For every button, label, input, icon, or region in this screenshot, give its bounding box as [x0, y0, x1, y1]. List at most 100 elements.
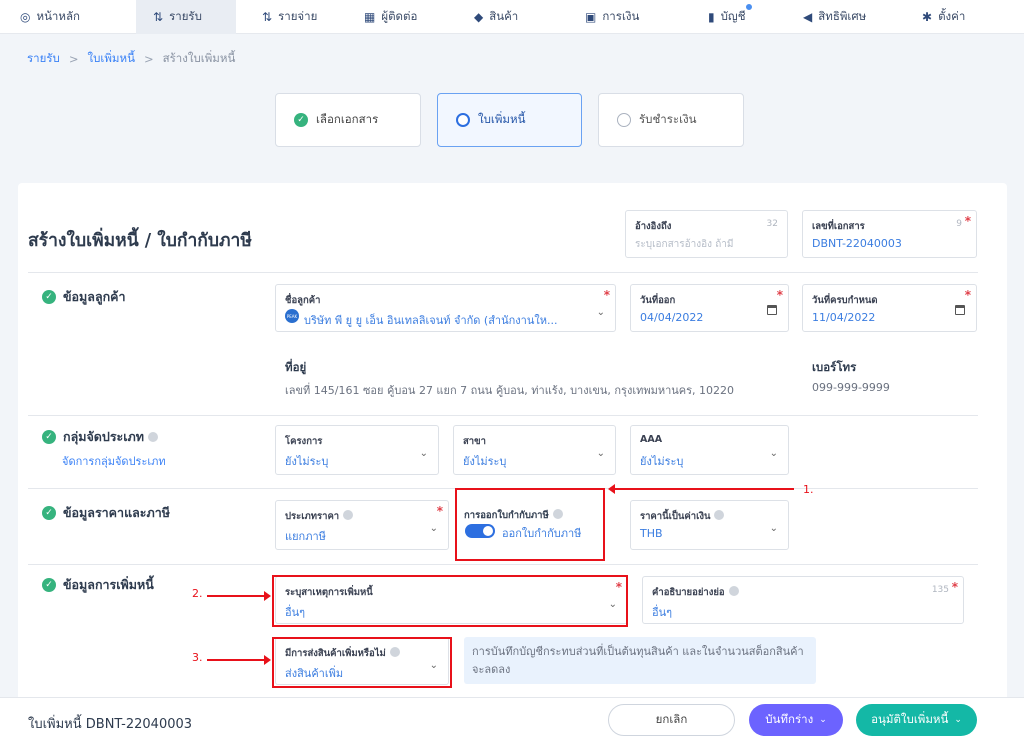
price-type-select[interactable]: ประเภทราคา * แยกภาษี ⌄ — [275, 500, 449, 550]
document-number-field[interactable]: เลขที่เอกสาร 9 * DBNT-22040003 — [802, 210, 977, 258]
customer-select[interactable]: ชื่อลูกค้า * PEAK บริษัท พี ยู ยู เอ็น อ… — [275, 284, 616, 332]
address-label: ที่อยู่ — [285, 360, 307, 374]
money-icon: ▣ — [585, 10, 597, 24]
help-icon[interactable] — [728, 586, 739, 596]
aaa-value: ยังไม่ระบุ — [640, 455, 684, 468]
notification-badge — [743, 2, 754, 12]
section-title: กลุ่มจัดประเภท — [63, 429, 145, 444]
help-icon[interactable] — [343, 510, 354, 520]
save-draft-button[interactable]: บันทึกร่าง ⌄ — [749, 704, 843, 736]
reference-placeholder: ระบุเอกสารอ้างอิง ถ้ามี — [635, 239, 734, 250]
char-counter: 135 — [931, 585, 949, 595]
nav-home[interactable]: ◎ หน้าหลัก — [20, 0, 80, 34]
top-nav: ◎ หน้าหลัก ⇅ รายรับ ⇅ รายจ่าย ▦ ผู้ติดต่อ ◆ ส… — [0, 0, 1024, 34]
section-title: ข้อมูลลูกค้า — [63, 289, 126, 304]
section-title: ข้อมูลการเพิ่มหนี้ — [63, 577, 154, 592]
annotation-arrow-3 — [207, 655, 271, 665]
breadcrumb-separator: > — [143, 52, 154, 66]
customer-value: บริษัท พี ยู ยู เอ็น อินเทลลิเจนท์ จำกัด… — [304, 314, 558, 327]
branch-value: ยังไม่ระบุ — [463, 455, 507, 468]
required-marker: * — [776, 288, 783, 302]
footer-doc-title: ใบเพิ่มหนี้ DBNT-22040003 — [28, 717, 193, 732]
step-label: เลือกเอกสาร — [316, 112, 379, 126]
chevron-down-icon: ⌄ — [769, 448, 778, 459]
breadcrumb-root[interactable]: รายรับ — [27, 50, 60, 68]
due-date-picker[interactable]: วันที่ครบกำหนด * 11/04/2022 — [802, 284, 977, 332]
project-select[interactable]: โครงการ ยังไม่ระบุ ⌄ — [275, 425, 439, 475]
contacts-icon: ▦ — [364, 10, 376, 24]
nav-settings-label: ตั้งค่า — [938, 9, 966, 23]
chevron-down-icon: ⌄ — [429, 523, 438, 534]
nav-privileges[interactable]: ◀ สิทธิพิเศษ — [803, 0, 866, 34]
char-counter: 32 — [766, 219, 778, 229]
annotation-box-3 — [272, 637, 452, 688]
radio-empty-icon — [617, 113, 631, 127]
chevron-down-icon: ⌄ — [769, 523, 778, 534]
annotation-arrow-1 — [608, 484, 794, 494]
step-select-document[interactable]: ✓ เลือกเอกสาร — [275, 93, 421, 147]
reference-label: อ้างอิงถึง — [635, 221, 672, 232]
nav-accounting-label: บัญชี — [721, 2, 754, 26]
nav-settings[interactable]: ✱ ตั้งค่า — [922, 0, 965, 34]
nav-income[interactable]: ⇅ รายรับ — [136, 0, 236, 34]
check-icon: ✓ — [42, 430, 56, 444]
nav-accounting[interactable]: ▮ บัญชี — [708, 0, 754, 34]
required-marker: * — [603, 288, 610, 302]
check-icon: ✓ — [42, 578, 56, 592]
nav-products-label: สินค้า — [489, 9, 519, 23]
doc-number-value: DBNT-22040003 — [812, 237, 902, 250]
reference-field[interactable]: อ้างอิงถึง 32 ระบุเอกสารอ้างอิง ถ้ามี — [625, 210, 788, 258]
nav-finance-label: การเงิน — [602, 9, 640, 23]
nav-income-label: รายรับ — [169, 9, 202, 23]
check-icon: ✓ — [294, 113, 308, 127]
currency-value: THB — [640, 527, 663, 540]
short-description-field[interactable]: คำอธิบายอย่างย่อ 135 * อื่นๆ — [642, 576, 964, 624]
calendar-icon[interactable] — [767, 305, 777, 315]
branch-label: สาขา — [463, 436, 486, 447]
nav-contacts[interactable]: ▦ ผู้ติดต่อ — [364, 0, 417, 34]
phone-label: เบอร์โทร — [812, 360, 857, 374]
radio-icon — [456, 113, 470, 127]
help-icon[interactable] — [148, 432, 159, 442]
annotation-box-1 — [455, 488, 605, 561]
nav-products[interactable]: ◆ สินค้า — [474, 0, 518, 34]
nav-finance[interactable]: ▣ การเงิน — [585, 0, 639, 34]
breadcrumb-parent[interactable]: ใบเพิ่มหนี้ — [88, 50, 135, 68]
calendar-icon[interactable] — [955, 305, 965, 315]
description-label: คำอธิบายอย่างย่อ — [652, 585, 739, 600]
issue-date-picker[interactable]: วันที่ออก * 04/04/2022 — [630, 284, 789, 332]
required-marker: * — [951, 580, 958, 594]
check-icon: ✓ — [42, 290, 56, 304]
chevron-down-icon: ⌄ — [596, 448, 605, 459]
box-icon: ◆ — [474, 10, 484, 24]
project-label: โครงการ — [285, 436, 323, 447]
step-receive-payment[interactable]: รับชำระเงิน — [598, 93, 744, 147]
cancel-button[interactable]: ยกเลิก — [608, 704, 735, 736]
chevron-down-icon: ⌄ — [954, 715, 962, 725]
manage-groups-link[interactable]: จัดการกลุ่มจัดประเภท — [62, 452, 166, 470]
price-type-label: ประเภทราคา — [285, 509, 354, 524]
help-icon[interactable] — [714, 510, 725, 520]
issue-date-value: 04/04/2022 — [640, 311, 704, 324]
annotation-arrow-2 — [207, 591, 271, 601]
nav-expense[interactable]: ⇅ รายจ่าย — [262, 0, 317, 34]
book-icon: ▮ — [708, 10, 715, 24]
divider — [28, 272, 978, 273]
approve-button[interactable]: อนุมัติใบเพิ่มหนี้ ⌄ — [856, 704, 977, 736]
step-debit-note[interactable]: ใบเพิ่มหนี้ — [437, 93, 582, 147]
home-icon: ◎ — [20, 10, 31, 24]
breadcrumb-current: สร้างใบเพิ่มหนี้ — [162, 51, 236, 65]
section-debit-info: ✓ ข้อมูลการเพิ่มหนี้ — [42, 575, 154, 595]
doc-number-label: เลขที่เอกสาร — [812, 221, 865, 232]
breadcrumb: รายรับ > ใบเพิ่มหนี้ > สร้างใบเพิ่มหนี้ — [27, 50, 235, 68]
section-customer: ✓ ข้อมูลลูกค้า — [42, 287, 126, 307]
expense-icon: ⇅ — [262, 10, 273, 24]
required-marker: * — [436, 504, 443, 518]
breadcrumb-separator: > — [68, 52, 79, 66]
section-group: ✓ กลุ่มจัดประเภท — [42, 427, 159, 447]
price-type-label-text: ประเภทราคา — [285, 511, 340, 522]
description-label-text: คำอธิบายอย่างย่อ — [652, 587, 725, 598]
currency-select[interactable]: ราคานี้เป็นค่าเงิน THB ⌄ — [630, 500, 789, 550]
aaa-select[interactable]: AAA ยังไม่ระบุ ⌄ — [630, 425, 789, 475]
branch-select[interactable]: สาขา ยังไม่ระบุ ⌄ — [453, 425, 616, 475]
